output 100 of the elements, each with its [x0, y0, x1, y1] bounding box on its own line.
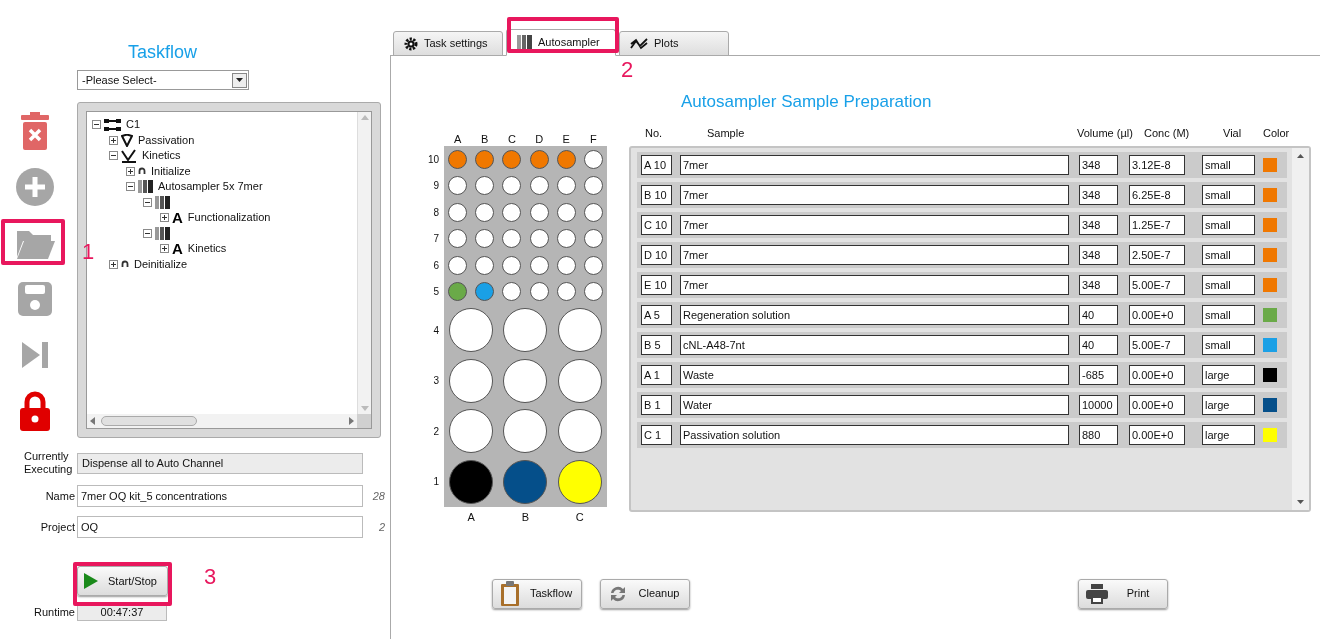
sample-well[interactable] — [502, 202, 522, 222]
concentration-field[interactable]: 3.12E-8 — [1129, 155, 1185, 175]
print-button[interactable]: Print — [1078, 578, 1168, 609]
color-swatch[interactable] — [1263, 368, 1277, 382]
sample-well[interactable] — [448, 202, 468, 222]
vial-field[interactable]: small — [1202, 185, 1255, 205]
sample-name-field[interactable]: Water — [680, 395, 1069, 415]
sample-well[interactable] — [475, 229, 495, 249]
volume-field[interactable]: 348 — [1079, 275, 1118, 295]
concentration-field[interactable]: 0.00E+0 — [1129, 305, 1185, 325]
horizontal-scrollbar[interactable] — [87, 414, 357, 428]
scroll-right-icon[interactable] — [349, 417, 354, 425]
color-swatch[interactable] — [1263, 308, 1277, 322]
color-swatch[interactable] — [1263, 278, 1277, 292]
sample-well[interactable] — [529, 176, 549, 196]
expand-icon[interactable] — [160, 244, 169, 254]
sample-well[interactable] — [448, 255, 468, 275]
volume-field[interactable]: 880 — [1079, 425, 1118, 445]
vial-field[interactable]: small — [1202, 245, 1255, 265]
collapse-icon[interactable] — [92, 120, 101, 130]
sample-well[interactable] — [475, 176, 495, 196]
volume-field[interactable]: 10000 — [1079, 395, 1118, 415]
sample-well[interactable] — [583, 229, 603, 249]
sample-name-field[interactable]: Passivation solution — [680, 425, 1069, 445]
color-swatch[interactable] — [1263, 248, 1277, 262]
sample-well[interactable] — [583, 176, 603, 196]
well-number-field[interactable]: C 10 — [641, 215, 672, 235]
text-field[interactable]: OQ — [77, 516, 363, 538]
sample-name-field[interactable]: 7mer — [680, 185, 1069, 205]
concentration-field[interactable]: 5.00E-7 — [1129, 335, 1185, 355]
sample-name-field[interactable]: 7mer — [680, 155, 1069, 175]
cleanup-button[interactable]: Cleanup — [600, 578, 690, 609]
sample-well[interactable] — [448, 229, 468, 249]
start-stop-button[interactable]: Start/Stop — [77, 566, 168, 596]
concentration-field[interactable]: 5.00E-7 — [1129, 275, 1185, 295]
color-swatch[interactable] — [1263, 188, 1277, 202]
well-number-field[interactable]: A 5 — [641, 305, 672, 325]
vial-field[interactable]: small — [1202, 275, 1255, 295]
concentration-field[interactable]: 2.50E-7 — [1129, 245, 1185, 265]
concentration-field[interactable]: 6.25E-8 — [1129, 185, 1185, 205]
expand-icon[interactable] — [160, 213, 169, 223]
scrollbar-thumb[interactable] — [101, 416, 197, 426]
sample-well[interactable] — [475, 202, 495, 222]
volume-field[interactable]: 348 — [1079, 185, 1118, 205]
well-number-field[interactable]: B 10 — [641, 185, 672, 205]
tree-item[interactable]: Kinetics — [187, 243, 227, 255]
sample-name-field[interactable]: 7mer — [680, 245, 1069, 265]
concentration-field[interactable]: 1.25E-7 — [1129, 215, 1185, 235]
tree-item[interactable]: Functionalization — [187, 212, 271, 224]
tab[interactable]: Plots — [619, 31, 729, 56]
sample-well[interactable] — [583, 282, 603, 302]
tree-item[interactable]: Passivation — [138, 134, 195, 146]
vial-field[interactable]: large — [1202, 365, 1255, 385]
volume-field[interactable]: 40 — [1079, 335, 1118, 355]
sample-well[interactable] — [583, 255, 603, 275]
sample-well[interactable] — [529, 282, 549, 302]
vial-field[interactable]: large — [1202, 395, 1255, 415]
text-field[interactable]: 7mer OQ kit_5 concentrations — [77, 485, 363, 507]
sample-well[interactable] — [529, 202, 549, 222]
tree-item[interactable]: C1 — [126, 119, 141, 131]
well-number-field[interactable]: E 10 — [641, 275, 672, 295]
sample-well[interactable] — [502, 176, 522, 196]
well-number-field[interactable]: D 10 — [641, 245, 672, 265]
collapse-icon[interactable] — [126, 182, 135, 192]
scroll-down-icon[interactable] — [1297, 500, 1304, 504]
color-swatch[interactable] — [1263, 158, 1277, 172]
color-swatch[interactable] — [1263, 428, 1277, 442]
sample-well[interactable] — [556, 202, 576, 222]
sample-name-field[interactable]: 7mer — [680, 215, 1069, 235]
collapse-icon[interactable] — [109, 151, 118, 161]
well-number-field[interactable]: B 5 — [641, 335, 672, 355]
volume-field[interactable]: 348 — [1079, 155, 1118, 175]
sample-well[interactable] — [556, 282, 576, 302]
collapse-icon[interactable] — [143, 228, 152, 238]
sample-well[interactable] — [583, 149, 603, 169]
color-swatch[interactable] — [1263, 398, 1277, 412]
expand-icon[interactable] — [126, 166, 135, 176]
sample-well[interactable] — [475, 255, 495, 275]
collapse-icon[interactable] — [143, 197, 152, 207]
volume-field[interactable]: -685 — [1079, 365, 1118, 385]
sample-well[interactable] — [556, 176, 576, 196]
tree-item[interactable]: Deinitialize — [134, 258, 188, 270]
lock-icon[interactable] — [20, 391, 50, 431]
well-number-field[interactable]: C 1 — [641, 425, 672, 445]
well-number-field[interactable]: B 1 — [641, 395, 672, 415]
tree-item[interactable]: Kinetics — [142, 150, 181, 162]
color-swatch[interactable] — [1263, 338, 1277, 352]
sample-well[interactable] — [502, 229, 522, 249]
vial-field[interactable]: small — [1202, 155, 1255, 175]
sample-well[interactable] — [583, 202, 603, 222]
sample-name-field[interactable]: Regeneration solution — [680, 305, 1069, 325]
well-number-field[interactable]: A 1 — [641, 365, 672, 385]
taskflow-button[interactable]: Taskflow — [492, 578, 582, 609]
sample-name-field[interactable]: cNL-A48-7nt — [680, 335, 1069, 355]
vial-field[interactable]: small — [1202, 305, 1255, 325]
sample-name-field[interactable]: 7mer — [680, 275, 1069, 295]
sample-well[interactable] — [556, 229, 576, 249]
sample-well[interactable] — [529, 229, 549, 249]
concentration-field[interactable]: 0.00E+0 — [1129, 425, 1185, 445]
concentration-field[interactable]: 0.00E+0 — [1129, 365, 1185, 385]
